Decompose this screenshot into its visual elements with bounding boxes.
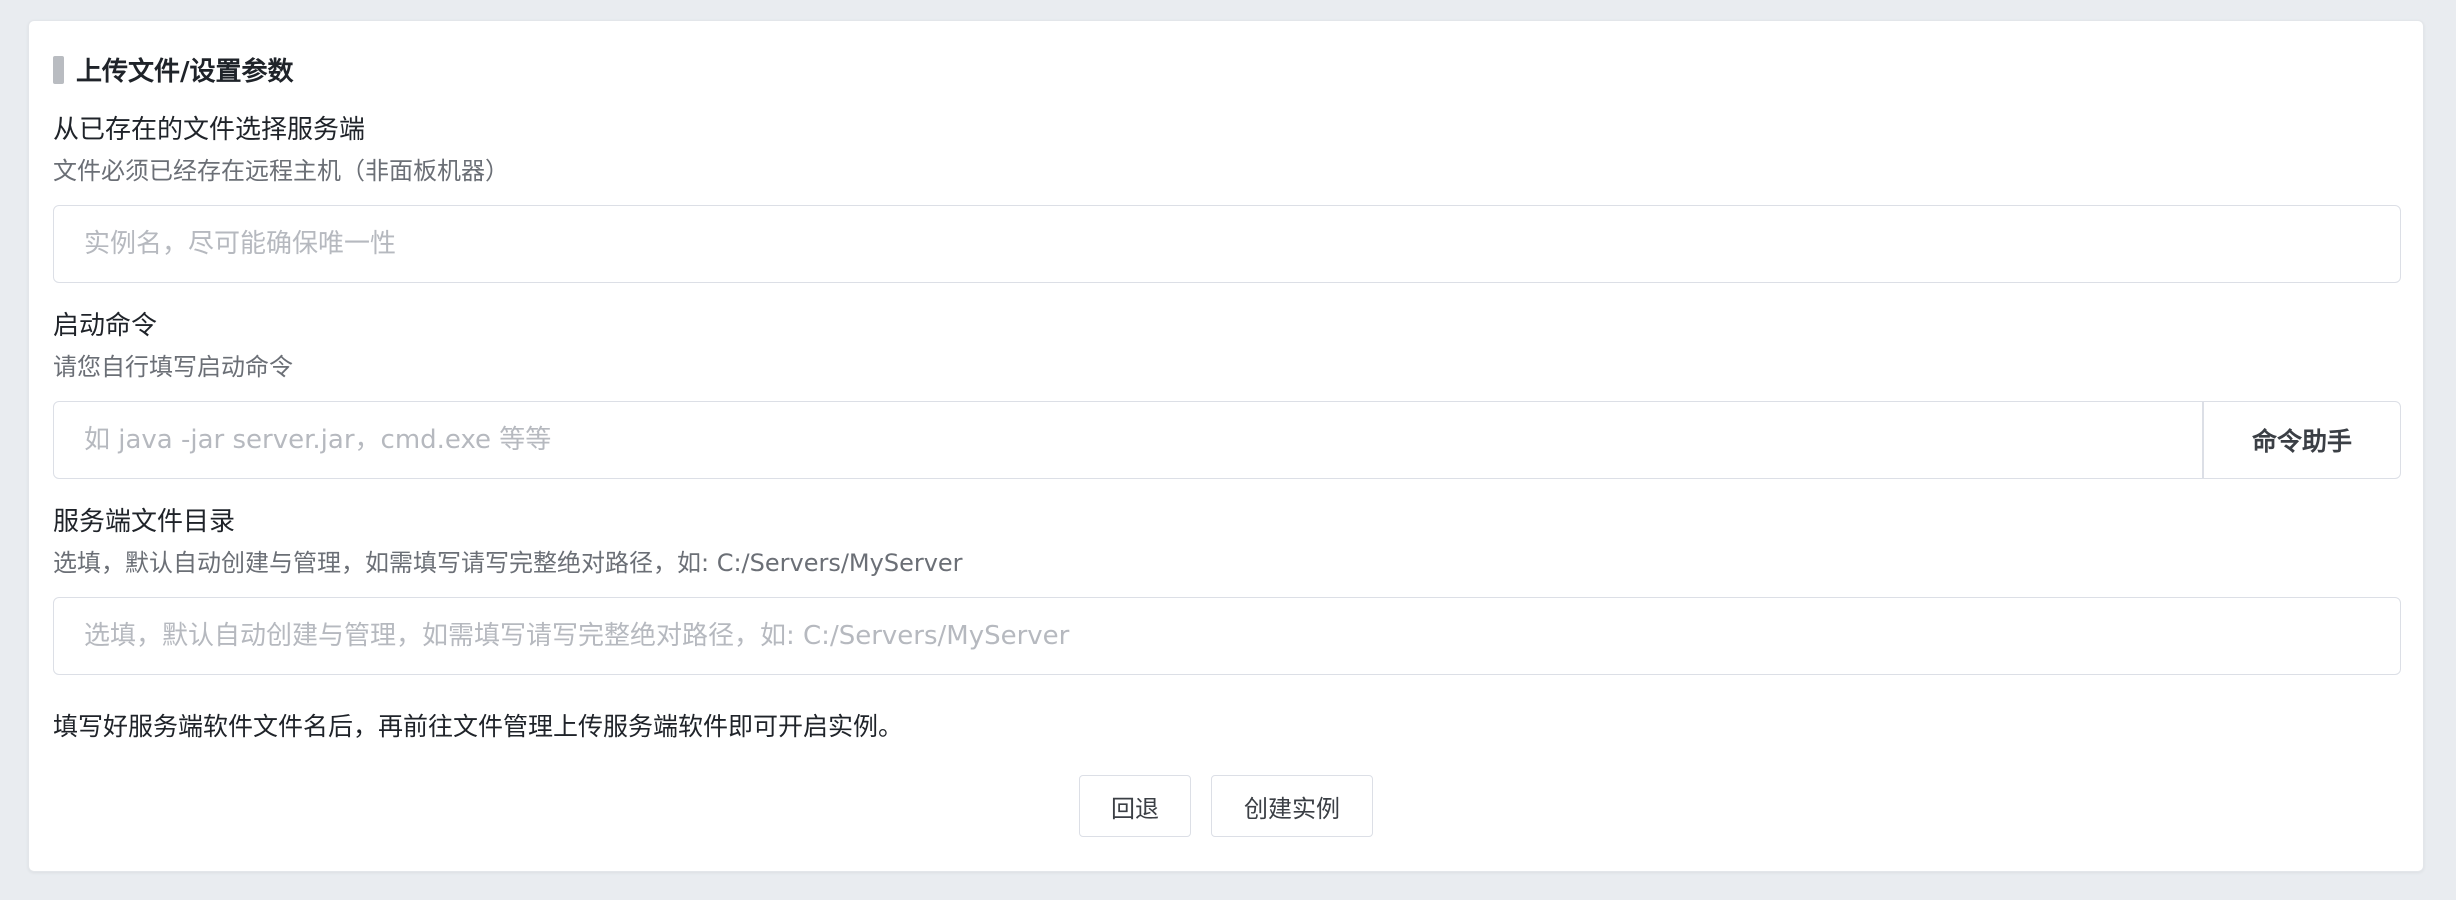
server-dir-input[interactable] (53, 597, 2401, 675)
instruction-note: 填写好服务端软件文件名后，再前往文件管理上传服务端软件即可开启实例。 (53, 712, 904, 741)
section-header: 上传文件/设置参数 (53, 51, 294, 88)
create-instance-button[interactable]: 创建实例 (1211, 775, 1373, 837)
section-marker (53, 55, 64, 84)
existing-file-description: 文件必须已经存在远程主机（非面板机器） (53, 157, 509, 185)
back-button[interactable]: 回退 (1079, 775, 1191, 837)
command-helper-button[interactable]: 命令助手 (2203, 401, 2401, 479)
server-dir-description: 选填，默认自动创建与管理，如需填写请写完整绝对路径，如: C:/Servers/… (53, 549, 963, 577)
existing-file-label: 从已存在的文件选择服务端 (53, 115, 366, 145)
start-command-label: 启动命令 (53, 311, 158, 341)
form-card: 上传文件/设置参数 从已存在的文件选择服务端 文件必须已经存在远程主机（非面板机… (28, 20, 2424, 872)
section-title: 上传文件/设置参数 (76, 57, 294, 87)
action-bar: 回退 创建实例 (29, 775, 2423, 837)
instance-name-input[interactable] (53, 205, 2401, 283)
start-command-input[interactable] (53, 401, 2203, 479)
server-dir-label: 服务端文件目录 (53, 507, 236, 537)
start-command-description: 请您自行填写启动命令 (53, 353, 293, 381)
